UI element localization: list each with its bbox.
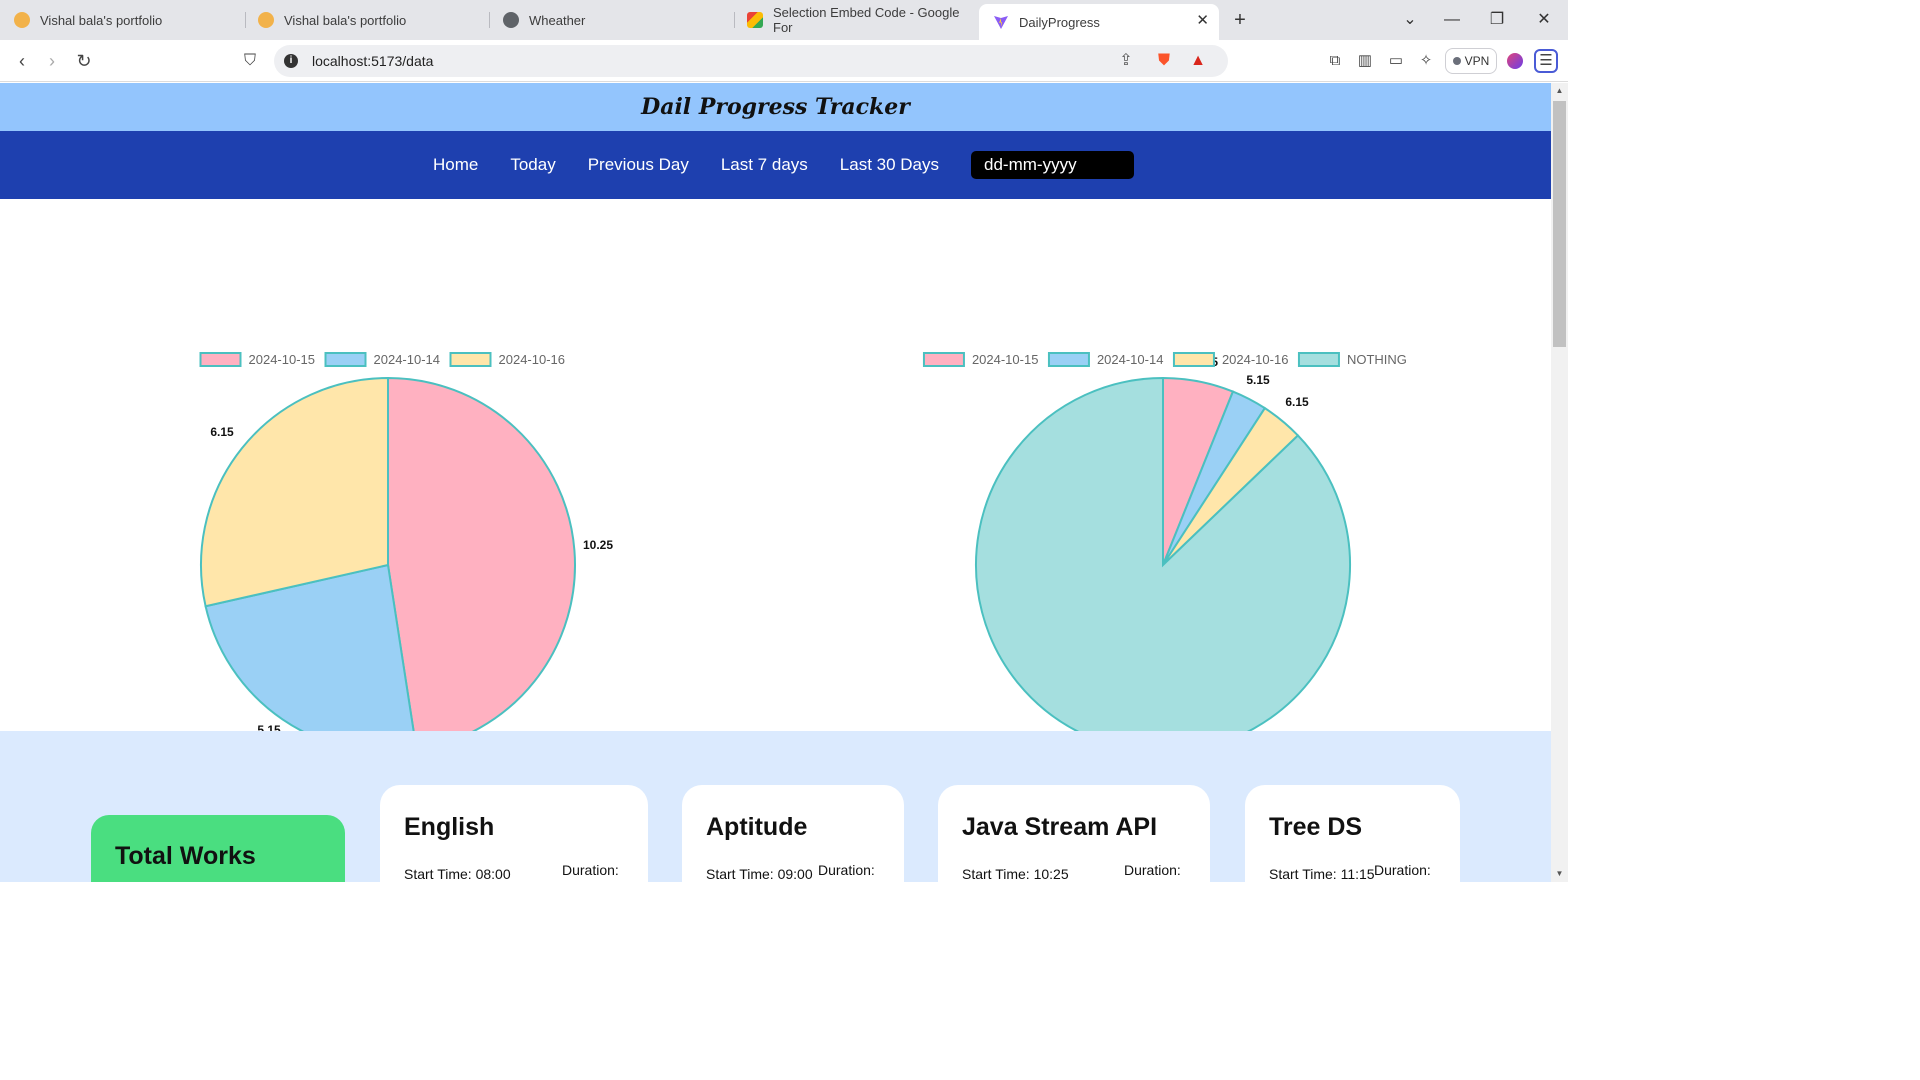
tab-title: Vishal bala's portfolio xyxy=(40,12,163,28)
pie-data-label: 6.15 xyxy=(1285,395,1309,409)
globe-icon xyxy=(503,12,519,28)
sidebar-icon[interactable]: ▥ xyxy=(1354,50,1376,72)
work-card-title: English xyxy=(404,813,495,841)
total-works-card[interactable]: Total Works xyxy=(91,815,345,882)
scrollbar-thumb[interactable] xyxy=(1553,101,1566,347)
nav-today[interactable]: Today xyxy=(510,155,555,175)
wallet-icon[interactable]: ▭ xyxy=(1385,50,1407,72)
browser-tab[interactable]: Vishal bala's portfolio xyxy=(244,4,490,36)
work-duration: Duration: xyxy=(818,862,875,878)
nav-last-30-days[interactable]: Last 30 Days xyxy=(840,155,939,175)
legend-label[interactable]: 2024-10-14 xyxy=(1097,352,1164,367)
legend-label[interactable]: 2024-10-15 xyxy=(972,352,1038,367)
close-tab-icon[interactable]: ✕ xyxy=(1196,11,1209,29)
work-card-tree-ds[interactable]: Tree DS Start Time: 11:15 Duration: xyxy=(1245,785,1460,882)
vpn-label: VPN xyxy=(1464,54,1490,68)
work-duration: Duration: xyxy=(1124,862,1181,878)
total-works-label: Total Works xyxy=(115,842,256,870)
pie-data-label: 10.25 xyxy=(583,538,613,552)
legend-label[interactable]: 2024-10-16 xyxy=(1222,352,1289,367)
browser-tab[interactable]: Selection Embed Code - Google For xyxy=(733,4,977,36)
legend-label[interactable]: NOTHING xyxy=(1347,352,1407,367)
work-duration: Duration: xyxy=(1374,862,1431,878)
avatar-icon xyxy=(258,12,274,28)
pie-data-label: 5.15 xyxy=(1246,373,1270,387)
date-input[interactable]: dd-mm-yyyy xyxy=(971,151,1135,179)
share-icon[interactable]: ⇪ xyxy=(1116,51,1136,71)
summary-section: Total Works English Start Time: 08:00 Du… xyxy=(0,731,1551,882)
vpn-button[interactable]: VPN xyxy=(1445,48,1497,74)
avatar-icon xyxy=(14,12,30,28)
browser-tab-active[interactable]: DailyProgress ✕ xyxy=(979,4,1219,40)
work-card-title: Tree DS xyxy=(1269,813,1363,841)
bookmark-icon[interactable]: ⛉ xyxy=(238,49,262,73)
legend-swatch[interactable] xyxy=(922,352,965,367)
browser-tab-strip: Vishal bala's portfolio Vishal bala's po… xyxy=(0,0,1568,40)
new-tab-button[interactable]: + xyxy=(1228,8,1252,32)
tab-title: Wheather xyxy=(529,12,586,28)
page-scrollbar[interactable]: ▲ ▼ xyxy=(1551,83,1568,882)
profile-icon[interactable] xyxy=(1504,50,1526,72)
pie-data-label: 6.15 xyxy=(210,425,234,439)
work-start-time: Start Time: 10:25 xyxy=(962,866,1069,882)
legend-swatch[interactable] xyxy=(199,352,242,367)
close-window-icon[interactable]: ✕ xyxy=(1532,8,1556,32)
browser-tab[interactable]: Vishal bala's portfolio xyxy=(0,4,246,36)
forward-icon[interactable]: › xyxy=(40,49,64,73)
pie-slice[interactable] xyxy=(200,376,389,608)
work-card-title: Aptitude xyxy=(706,813,808,841)
back-icon[interactable]: ‹ xyxy=(10,49,34,73)
nav-previous-day[interactable]: Previous Day xyxy=(588,155,689,175)
work-card-aptitude[interactable]: Aptitude Start Time: 09:00 Duration: xyxy=(682,785,904,882)
leo-ai-icon[interactable]: ✧ xyxy=(1415,50,1437,72)
legend-swatch[interactable] xyxy=(1297,352,1340,367)
brave-shields-icon[interactable]: ⛊ xyxy=(1154,51,1174,71)
restore-icon[interactable]: ❐ xyxy=(1485,8,1509,32)
minimize-icon[interactable]: — xyxy=(1440,8,1464,32)
url-text[interactable]: localhost:5173/data xyxy=(312,53,433,69)
legend-swatch[interactable] xyxy=(1047,352,1090,367)
legend-label[interactable]: 2024-10-16 xyxy=(499,352,566,367)
charts-area: 10.25 5.15 6.15 2024-10-15 2024-10-14 2024-10… xyxy=(0,199,1551,731)
scroll-down-icon[interactable]: ▼ xyxy=(1554,869,1565,879)
address-bar[interactable]: i localhost:5173/data ⇪ ⛊ ▲ xyxy=(274,45,1228,77)
work-start-time: Start Time: 11:15 xyxy=(1269,866,1375,882)
legend-swatch[interactable] xyxy=(324,352,367,367)
tab-title: DailyProgress xyxy=(1019,14,1100,30)
pie-charts: 10.25 5.15 6.15 2024-10-15 2024-10-14 2024-10… xyxy=(199,352,1407,731)
scroll-up-icon[interactable]: ▲ xyxy=(1554,86,1565,96)
google-icon xyxy=(747,12,763,28)
legend-swatch[interactable] xyxy=(1172,352,1215,367)
vite-icon xyxy=(993,14,1009,30)
legend-swatch[interactable] xyxy=(449,352,492,367)
browser-toolbar: ‹ › ↻ ⛉ i localhost:5173/data ⇪ ⛊ ▲ ⧉ ▥ … xyxy=(0,40,1568,82)
site-info-icon[interactable]: i xyxy=(284,54,298,68)
main-nav: Home Today Previous Day Last 7 days Last… xyxy=(0,131,1551,199)
pie-data-label: 5.15 xyxy=(257,723,281,731)
legend-label[interactable]: 2024-10-14 xyxy=(374,352,441,367)
browser-tab[interactable]: Wheather xyxy=(489,4,735,36)
work-duration: Duration: xyxy=(562,862,619,878)
work-start-time: Start Time: 08:00 xyxy=(404,866,511,882)
tab-title: Vishal bala's portfolio xyxy=(284,12,407,28)
reload-icon[interactable]: ↻ xyxy=(72,49,96,73)
work-card-java-stream-api[interactable]: Java Stream API Start Time: 10:25 Durati… xyxy=(938,785,1210,882)
work-card-english[interactable]: English Start Time: 08:00 Duration: xyxy=(380,785,648,882)
web-page: Dail Progress Tracker Home Today Previou… xyxy=(0,83,1551,882)
page-title: Dail Progress Tracker xyxy=(0,83,1551,131)
extensions-icon[interactable]: ⧉ xyxy=(1324,50,1346,72)
tab-search-icon[interactable]: ⌄ xyxy=(1398,8,1422,32)
nav-last-7-days[interactable]: Last 7 days xyxy=(721,155,808,175)
work-start-time: Start Time: 09:00 xyxy=(706,866,813,882)
pie-slice[interactable] xyxy=(387,376,576,731)
legend-label[interactable]: 2024-10-15 xyxy=(249,352,316,367)
work-card-title: Java Stream API xyxy=(962,813,1158,841)
menu-icon[interactable]: ☰ xyxy=(1534,49,1558,73)
nav-home[interactable]: Home xyxy=(433,155,478,175)
tab-title: Selection Embed Code - Google For xyxy=(773,5,960,35)
vpn-status-icon xyxy=(1452,57,1461,65)
brave-rewards-icon[interactable]: ▲ xyxy=(1188,51,1208,71)
